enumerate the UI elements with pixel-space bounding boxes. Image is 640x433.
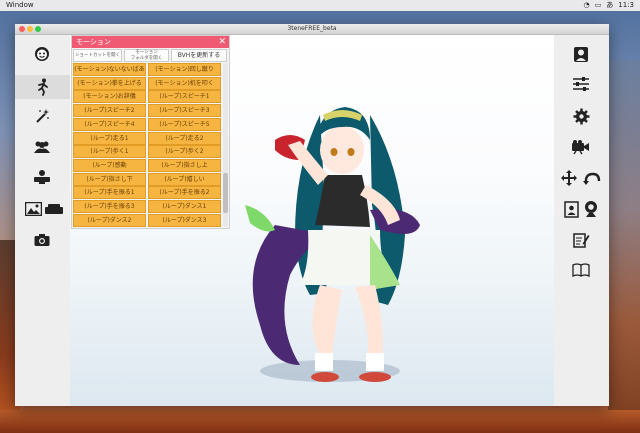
- users-icon[interactable]: [31, 138, 53, 156]
- motion-scrollbar[interactable]: [223, 63, 228, 227]
- motion-button[interactable]: (ループ)手を振る3: [73, 200, 146, 213]
- motion-button[interactable]: (モーション)ないないばあ: [73, 63, 146, 76]
- motion-button[interactable]: (ループ)ダンス3: [148, 213, 221, 227]
- camera-stand-icon[interactable]: [31, 168, 53, 186]
- motion-button[interactable]: (ループ)スピーチ3: [148, 104, 221, 118]
- window-title: 3teneFREE_beta: [287, 25, 337, 32]
- motion-button[interactable]: (ループ)歩く2: [148, 145, 221, 159]
- motion-button[interactable]: (ループ)スピーチ1: [148, 90, 221, 104]
- motion-panel-title: モーション: [76, 38, 111, 46]
- face-icon[interactable]: [31, 45, 53, 63]
- menu-bar: Window ◔ ▭ あ 11:3: [0, 0, 640, 11]
- sliders-icon[interactable]: [570, 75, 592, 93]
- motion-button[interactable]: (ループ)歩く1: [73, 145, 146, 159]
- motion-button[interactable]: (ループ)走る2: [148, 131, 221, 145]
- motion-button[interactable]: (ループ)指さし上: [148, 158, 221, 172]
- id-card-icon[interactable]: [560, 200, 582, 218]
- wifi-icon[interactable]: ◔: [584, 0, 590, 11]
- webcam-icon[interactable]: [580, 200, 602, 218]
- motion-panel-header: モーション ✕: [72, 36, 229, 48]
- camera-icon[interactable]: [31, 231, 53, 249]
- update-bvh-button[interactable]: BVHを更新する: [171, 49, 227, 62]
- motion-panel: モーション ✕ ショートカットを開く モーション フォルダを開く BVHを更新す…: [71, 35, 230, 229]
- motion-button[interactable]: (モーション)お辞儀: [73, 90, 146, 104]
- effect-wand-icon[interactable]: [31, 107, 53, 125]
- right-toolbar: [554, 35, 609, 406]
- motion-button[interactable]: (ループ)嬉しい: [148, 172, 221, 186]
- motion-button[interactable]: (ループ)ダンス1: [148, 200, 221, 213]
- desktop-wallpaper-bottom: [0, 410, 640, 433]
- open-motion-folder-button[interactable]: モーション フォルダを開く: [124, 49, 169, 62]
- motion-button[interactable]: (ループ)走る1: [73, 131, 146, 145]
- video-camera-icon[interactable]: [570, 138, 592, 156]
- motion-button[interactable]: (ループ)手を振る2: [148, 186, 221, 200]
- move-icon[interactable]: [558, 169, 580, 187]
- motion-button[interactable]: (ループ)スピーチ4: [73, 117, 146, 131]
- clock[interactable]: 11:3: [618, 0, 634, 11]
- motion-button[interactable]: (モーション)回し蹴り: [148, 63, 221, 76]
- motion-button[interactable]: (モーション)机を叩く: [148, 76, 221, 90]
- app-menu[interactable]: Window: [6, 0, 34, 11]
- title-bar[interactable]: 3teneFREE_beta: [15, 24, 609, 35]
- book-icon[interactable]: [570, 261, 592, 279]
- close-icon[interactable]: ✕: [218, 36, 226, 48]
- edit-icon[interactable]: [570, 231, 592, 249]
- motion-button[interactable]: (ループ)スピーチ5: [148, 117, 221, 131]
- sofa-icon[interactable]: [43, 200, 65, 218]
- motion-button[interactable]: (ループ)手を振る1: [73, 186, 146, 200]
- motion-button[interactable]: (ループ)ダンス2: [73, 213, 146, 227]
- motion-pose-icon[interactable]: [15, 75, 70, 99]
- avatar-icon[interactable]: [570, 45, 592, 63]
- language-icon[interactable]: あ: [606, 0, 613, 11]
- desktop-wallpaper-right: [608, 60, 640, 433]
- motion-button[interactable]: (モーション)拳を上げる: [73, 76, 146, 90]
- motion-button[interactable]: (ループ)指さし下: [73, 172, 146, 186]
- rotate-icon[interactable]: [581, 169, 603, 187]
- motion-button[interactable]: (ループ)スピーチ2: [73, 104, 146, 118]
- settings-gear-icon[interactable]: [570, 107, 592, 125]
- open-shortcut-button[interactable]: ショートカットを開く: [73, 49, 122, 62]
- battery-icon[interactable]: ▭: [595, 0, 602, 11]
- motion-scrollbar-thumb[interactable]: [223, 173, 228, 213]
- left-toolbar: [15, 35, 70, 406]
- motion-button[interactable]: (ループ)感動: [73, 158, 146, 172]
- status-tray: ◔ ▭ あ 11:3: [584, 0, 634, 11]
- background-image-icon[interactable]: [22, 200, 44, 218]
